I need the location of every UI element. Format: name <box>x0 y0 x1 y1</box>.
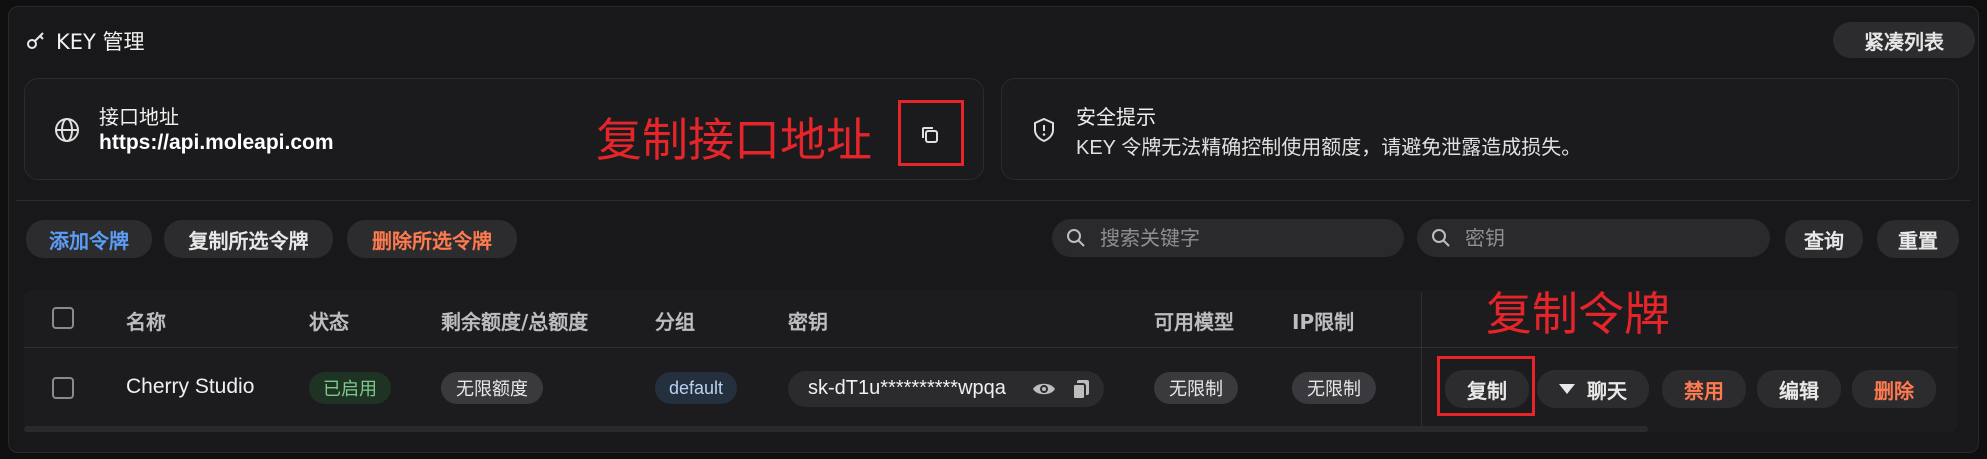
chat-dropdown-button[interactable]: 聊天 <box>1537 370 1649 408</box>
compact-list-button[interactable]: 紧凑列表 <box>1833 22 1975 58</box>
ip-limit-badge: 无限制 <box>1292 372 1376 404</box>
column-header-models: 可用模型 <box>1154 310 1234 334</box>
api-address-url: https://api.moleapi.com <box>99 131 334 154</box>
column-header-group: 分组 <box>655 310 695 334</box>
column-separator <box>1421 292 1422 432</box>
token-name: Cherry Studio <box>126 375 255 398</box>
copy-icon <box>922 127 938 143</box>
group-badge: default <box>655 372 737 404</box>
edit-button[interactable]: 编辑 <box>1757 370 1841 408</box>
column-header-key: 密钥 <box>788 310 828 334</box>
column-header-status: 状态 <box>309 310 349 334</box>
delete-button[interactable]: 删除 <box>1852 370 1936 408</box>
column-header-quota: 剩余额度/总额度 <box>441 310 589 334</box>
column-header-name: 名称 <box>126 310 166 334</box>
token-key-value: sk-dT1u**********wpqa <box>808 377 1006 399</box>
column-header-ip-limit: IP限制 <box>1292 310 1355 334</box>
delete-selected-tokens-button[interactable]: 删除所选令牌 <box>347 220 517 258</box>
key-search-input[interactable] <box>1463 225 1767 251</box>
status-badge: 已启用 <box>309 372 391 404</box>
page-title: KEY 管理 <box>26 26 145 56</box>
caret-down-icon <box>1559 384 1575 394</box>
copy-selected-tokens-button[interactable]: 复制所选令牌 <box>164 220 333 258</box>
key-search[interactable] <box>1417 219 1770 257</box>
models-badge: 无限制 <box>1154 372 1238 404</box>
annotation-copy-token: 复制令牌 <box>1486 287 1670 341</box>
api-address-label: 接口地址 <box>99 105 179 129</box>
divider <box>16 200 1971 201</box>
header-row-divider <box>24 347 1958 348</box>
token-key-field[interactable]: sk-dT1u**********wpqa <box>788 371 1104 407</box>
search-icon <box>1067 229 1085 247</box>
copy-api-address-button[interactable] <box>900 110 960 160</box>
add-token-button[interactable]: 添加令牌 <box>26 220 152 258</box>
security-tip-card: 安全提示 KEY 令牌无法精确控制使用额度，请避免泄露造成损失。 <box>1001 78 1959 180</box>
reset-button[interactable]: 重置 <box>1877 220 1959 258</box>
query-button[interactable]: 查询 <box>1785 220 1863 258</box>
annotation-box-copy-token <box>1437 356 1535 416</box>
keyword-search-input[interactable] <box>1098 225 1402 251</box>
disable-button[interactable]: 禁用 <box>1662 370 1746 408</box>
page-title-text: KEY 管理 <box>56 30 145 54</box>
annotation-copy-api: 复制接口地址 <box>596 113 872 167</box>
horizontal-scrollbar[interactable] <box>24 426 1648 432</box>
security-tip-message: KEY 令牌无法精确控制使用额度，请避免泄露造成损失。 <box>1076 137 1582 159</box>
shield-icon <box>1034 117 1054 143</box>
key-icon <box>27 32 44 49</box>
chat-label: 聊天 <box>1587 378 1627 403</box>
keyword-search[interactable] <box>1052 219 1404 257</box>
copy-key-icon[interactable] <box>1071 378 1091 400</box>
globe-icon <box>55 118 79 142</box>
select-all-checkbox[interactable] <box>52 307 74 329</box>
search-icon <box>1432 229 1450 247</box>
eye-icon[interactable] <box>1032 378 1056 400</box>
quota-badge: 无限额度 <box>441 372 543 404</box>
security-tip-title: 安全提示 <box>1076 105 1156 129</box>
row-select-checkbox[interactable] <box>52 377 74 399</box>
